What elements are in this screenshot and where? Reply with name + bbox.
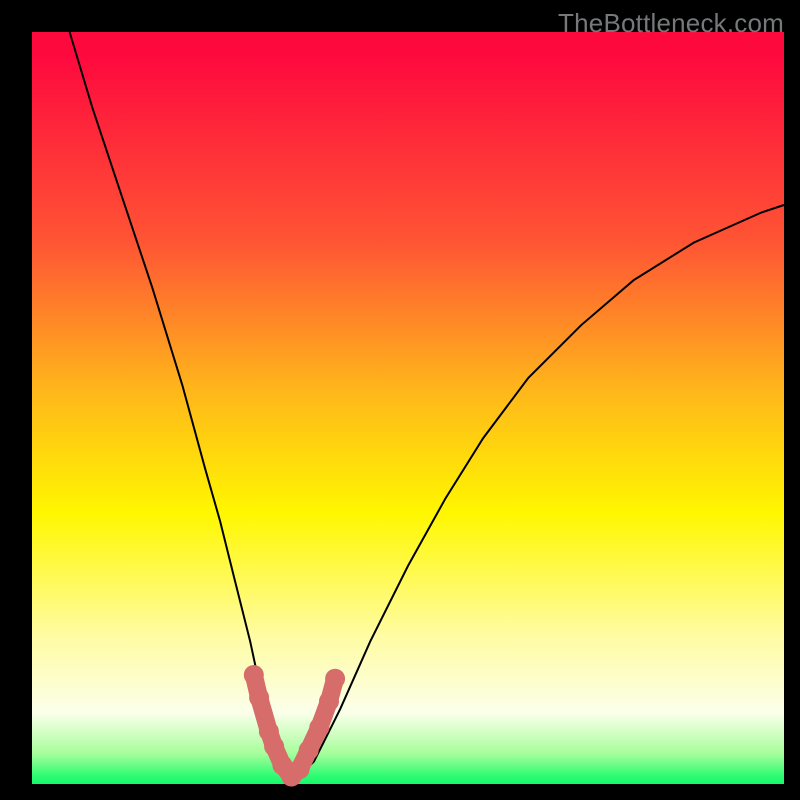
marker-dot	[264, 736, 284, 756]
marker-dot	[325, 669, 345, 689]
marker-dot	[249, 688, 269, 708]
watermark-text: TheBottleneck.com	[558, 8, 784, 39]
marker-dot	[299, 740, 319, 760]
marker-dot	[244, 665, 264, 685]
marker-dot	[309, 718, 329, 738]
bottleneck-curve	[70, 32, 784, 777]
marker-dot	[319, 691, 339, 711]
chart-svg	[32, 32, 784, 784]
plot-area	[32, 32, 784, 784]
marker-dot	[290, 759, 310, 779]
